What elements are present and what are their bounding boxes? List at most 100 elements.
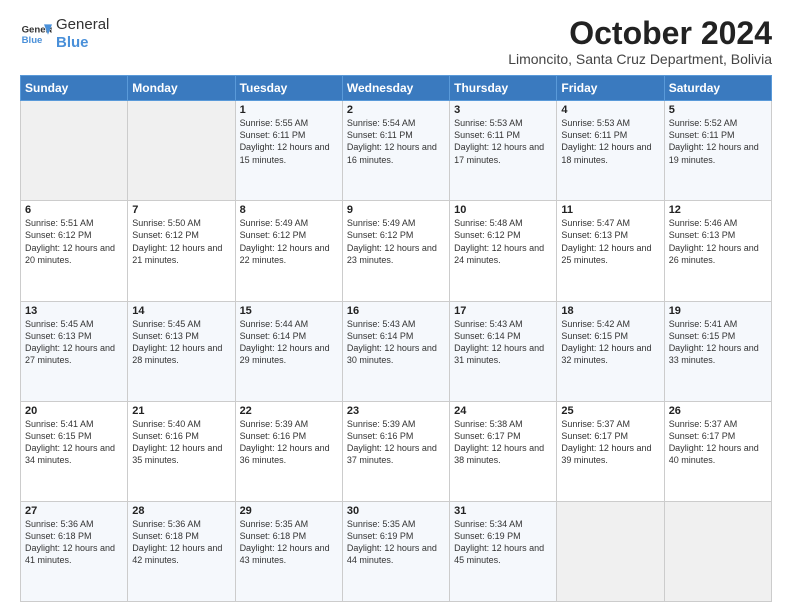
day-number: 4: [561, 104, 659, 116]
day-number: 14: [132, 305, 230, 317]
logo-line2: Blue: [56, 34, 109, 52]
header: General Blue General Blue October 2024 L…: [20, 16, 772, 67]
day-info: Sunrise: 5:47 AMSunset: 6:13 PMDaylight:…: [561, 217, 659, 266]
day-cell: 17Sunrise: 5:43 AMSunset: 6:14 PMDayligh…: [450, 301, 557, 401]
day-number: 13: [25, 305, 123, 317]
day-info: Sunrise: 5:48 AMSunset: 6:12 PMDaylight:…: [454, 217, 552, 266]
day-info: Sunrise: 5:49 AMSunset: 6:12 PMDaylight:…: [240, 217, 338, 266]
day-cell: [21, 101, 128, 201]
day-number: 8: [240, 204, 338, 216]
day-cell: 29Sunrise: 5:35 AMSunset: 6:18 PMDayligh…: [235, 501, 342, 601]
day-info: Sunrise: 5:53 AMSunset: 6:11 PMDaylight:…: [561, 117, 659, 166]
day-cell: 9Sunrise: 5:49 AMSunset: 6:12 PMDaylight…: [342, 201, 449, 301]
day-cell: 6Sunrise: 5:51 AMSunset: 6:12 PMDaylight…: [21, 201, 128, 301]
day-info: Sunrise: 5:36 AMSunset: 6:18 PMDaylight:…: [132, 518, 230, 567]
main-title: October 2024: [508, 16, 772, 51]
day-number: 11: [561, 204, 659, 216]
day-number: 5: [669, 104, 767, 116]
day-cell: 28Sunrise: 5:36 AMSunset: 6:18 PMDayligh…: [128, 501, 235, 601]
day-number: 1: [240, 104, 338, 116]
day-number: 3: [454, 104, 552, 116]
day-cell: 21Sunrise: 5:40 AMSunset: 6:16 PMDayligh…: [128, 401, 235, 501]
logo-text: General Blue: [56, 16, 109, 52]
logo-line1: General: [56, 16, 109, 34]
header-row: SundayMondayTuesdayWednesdayThursdayFrid…: [21, 76, 772, 101]
day-info: Sunrise: 5:38 AMSunset: 6:17 PMDaylight:…: [454, 418, 552, 467]
day-info: Sunrise: 5:54 AMSunset: 6:11 PMDaylight:…: [347, 117, 445, 166]
day-cell: 5Sunrise: 5:52 AMSunset: 6:11 PMDaylight…: [664, 101, 771, 201]
day-header-friday: Friday: [557, 76, 664, 101]
calendar-header: SundayMondayTuesdayWednesdayThursdayFrid…: [21, 76, 772, 101]
logo-icon: General Blue: [20, 20, 52, 48]
day-info: Sunrise: 5:42 AMSunset: 6:15 PMDaylight:…: [561, 318, 659, 367]
calendar-body: 1Sunrise: 5:55 AMSunset: 6:11 PMDaylight…: [21, 101, 772, 602]
day-cell: 2Sunrise: 5:54 AMSunset: 6:11 PMDaylight…: [342, 101, 449, 201]
day-info: Sunrise: 5:40 AMSunset: 6:16 PMDaylight:…: [132, 418, 230, 467]
day-cell: 8Sunrise: 5:49 AMSunset: 6:12 PMDaylight…: [235, 201, 342, 301]
day-cell: 30Sunrise: 5:35 AMSunset: 6:19 PMDayligh…: [342, 501, 449, 601]
day-number: 10: [454, 204, 552, 216]
day-info: Sunrise: 5:39 AMSunset: 6:16 PMDaylight:…: [240, 418, 338, 467]
day-cell: 11Sunrise: 5:47 AMSunset: 6:13 PMDayligh…: [557, 201, 664, 301]
day-number: 19: [669, 305, 767, 317]
day-number: 17: [454, 305, 552, 317]
day-cell: 26Sunrise: 5:37 AMSunset: 6:17 PMDayligh…: [664, 401, 771, 501]
day-info: Sunrise: 5:53 AMSunset: 6:11 PMDaylight:…: [454, 117, 552, 166]
day-cell: 25Sunrise: 5:37 AMSunset: 6:17 PMDayligh…: [557, 401, 664, 501]
week-row-4: 20Sunrise: 5:41 AMSunset: 6:15 PMDayligh…: [21, 401, 772, 501]
day-cell: [557, 501, 664, 601]
day-cell: 12Sunrise: 5:46 AMSunset: 6:13 PMDayligh…: [664, 201, 771, 301]
day-info: Sunrise: 5:49 AMSunset: 6:12 PMDaylight:…: [347, 217, 445, 266]
day-number: 26: [669, 405, 767, 417]
day-cell: 24Sunrise: 5:38 AMSunset: 6:17 PMDayligh…: [450, 401, 557, 501]
day-cell: 14Sunrise: 5:45 AMSunset: 6:13 PMDayligh…: [128, 301, 235, 401]
day-header-sunday: Sunday: [21, 76, 128, 101]
day-info: Sunrise: 5:44 AMSunset: 6:14 PMDaylight:…: [240, 318, 338, 367]
day-header-monday: Monday: [128, 76, 235, 101]
day-cell: 20Sunrise: 5:41 AMSunset: 6:15 PMDayligh…: [21, 401, 128, 501]
day-cell: 23Sunrise: 5:39 AMSunset: 6:16 PMDayligh…: [342, 401, 449, 501]
day-header-thursday: Thursday: [450, 76, 557, 101]
day-info: Sunrise: 5:50 AMSunset: 6:12 PMDaylight:…: [132, 217, 230, 266]
page: General Blue General Blue October 2024 L…: [0, 0, 792, 612]
day-info: Sunrise: 5:35 AMSunset: 6:18 PMDaylight:…: [240, 518, 338, 567]
day-cell: 31Sunrise: 5:34 AMSunset: 6:19 PMDayligh…: [450, 501, 557, 601]
day-info: Sunrise: 5:36 AMSunset: 6:18 PMDaylight:…: [25, 518, 123, 567]
week-row-3: 13 Sunrise: 5:45 AMSunset: 6:13 PMDayligh…: [21, 301, 772, 401]
day-cell: 19Sunrise: 5:41 AMSunset: 6:15 PMDayligh…: [664, 301, 771, 401]
day-cell: 7Sunrise: 5:50 AMSunset: 6:12 PMDaylight…: [128, 201, 235, 301]
title-block: October 2024 Limoncito, Santa Cruz Depar…: [508, 16, 772, 67]
day-number: 15: [240, 305, 338, 317]
day-cell: 18Sunrise: 5:42 AMSunset: 6:15 PMDayligh…: [557, 301, 664, 401]
day-cell: 16Sunrise: 5:43 AMSunset: 6:14 PMDayligh…: [342, 301, 449, 401]
day-cell: 1Sunrise: 5:55 AMSunset: 6:11 PMDaylight…: [235, 101, 342, 201]
day-cell: 22Sunrise: 5:39 AMSunset: 6:16 PMDayligh…: [235, 401, 342, 501]
day-number: 2: [347, 104, 445, 116]
day-number: 27: [25, 505, 123, 517]
day-cell: 27Sunrise: 5:36 AMSunset: 6:18 PMDayligh…: [21, 501, 128, 601]
day-number: 20: [25, 405, 123, 417]
day-number: 24: [454, 405, 552, 417]
day-number: 6: [25, 204, 123, 216]
day-info: Sunrise: 5:34 AMSunset: 6:19 PMDaylight:…: [454, 518, 552, 567]
day-info: Sunrise: 5:43 AMSunset: 6:14 PMDaylight:…: [454, 318, 552, 367]
day-info: Sunrise: 5:55 AMSunset: 6:11 PMDaylight:…: [240, 117, 338, 166]
day-info: Sunrise: 5:41 AMSunset: 6:15 PMDaylight:…: [669, 318, 767, 367]
subtitle: Limoncito, Santa Cruz Department, Bolivi…: [508, 51, 772, 67]
day-header-tuesday: Tuesday: [235, 76, 342, 101]
day-number: 23: [347, 405, 445, 417]
day-info: Sunrise: 5:35 AMSunset: 6:19 PMDaylight:…: [347, 518, 445, 567]
day-number: 22: [240, 405, 338, 417]
day-cell: [128, 101, 235, 201]
day-cell: 3Sunrise: 5:53 AMSunset: 6:11 PMDaylight…: [450, 101, 557, 201]
day-number: 12: [669, 204, 767, 216]
day-cell: 4Sunrise: 5:53 AMSunset: 6:11 PMDaylight…: [557, 101, 664, 201]
day-number: 21: [132, 405, 230, 417]
calendar-table: SundayMondayTuesdayWednesdayThursdayFrid…: [20, 75, 772, 602]
day-number: 28: [132, 505, 230, 517]
day-cell: 10Sunrise: 5:48 AMSunset: 6:12 PMDayligh…: [450, 201, 557, 301]
day-info: Sunrise: 5:45 AMSunset: 6:13 PMDaylight:…: [132, 318, 230, 367]
day-cell: 15Sunrise: 5:44 AMSunset: 6:14 PMDayligh…: [235, 301, 342, 401]
day-info: Sunrise: 5:37 AMSunset: 6:17 PMDaylight:…: [669, 418, 767, 467]
day-info: Sunrise: 5:52 AMSunset: 6:11 PMDaylight:…: [669, 117, 767, 166]
